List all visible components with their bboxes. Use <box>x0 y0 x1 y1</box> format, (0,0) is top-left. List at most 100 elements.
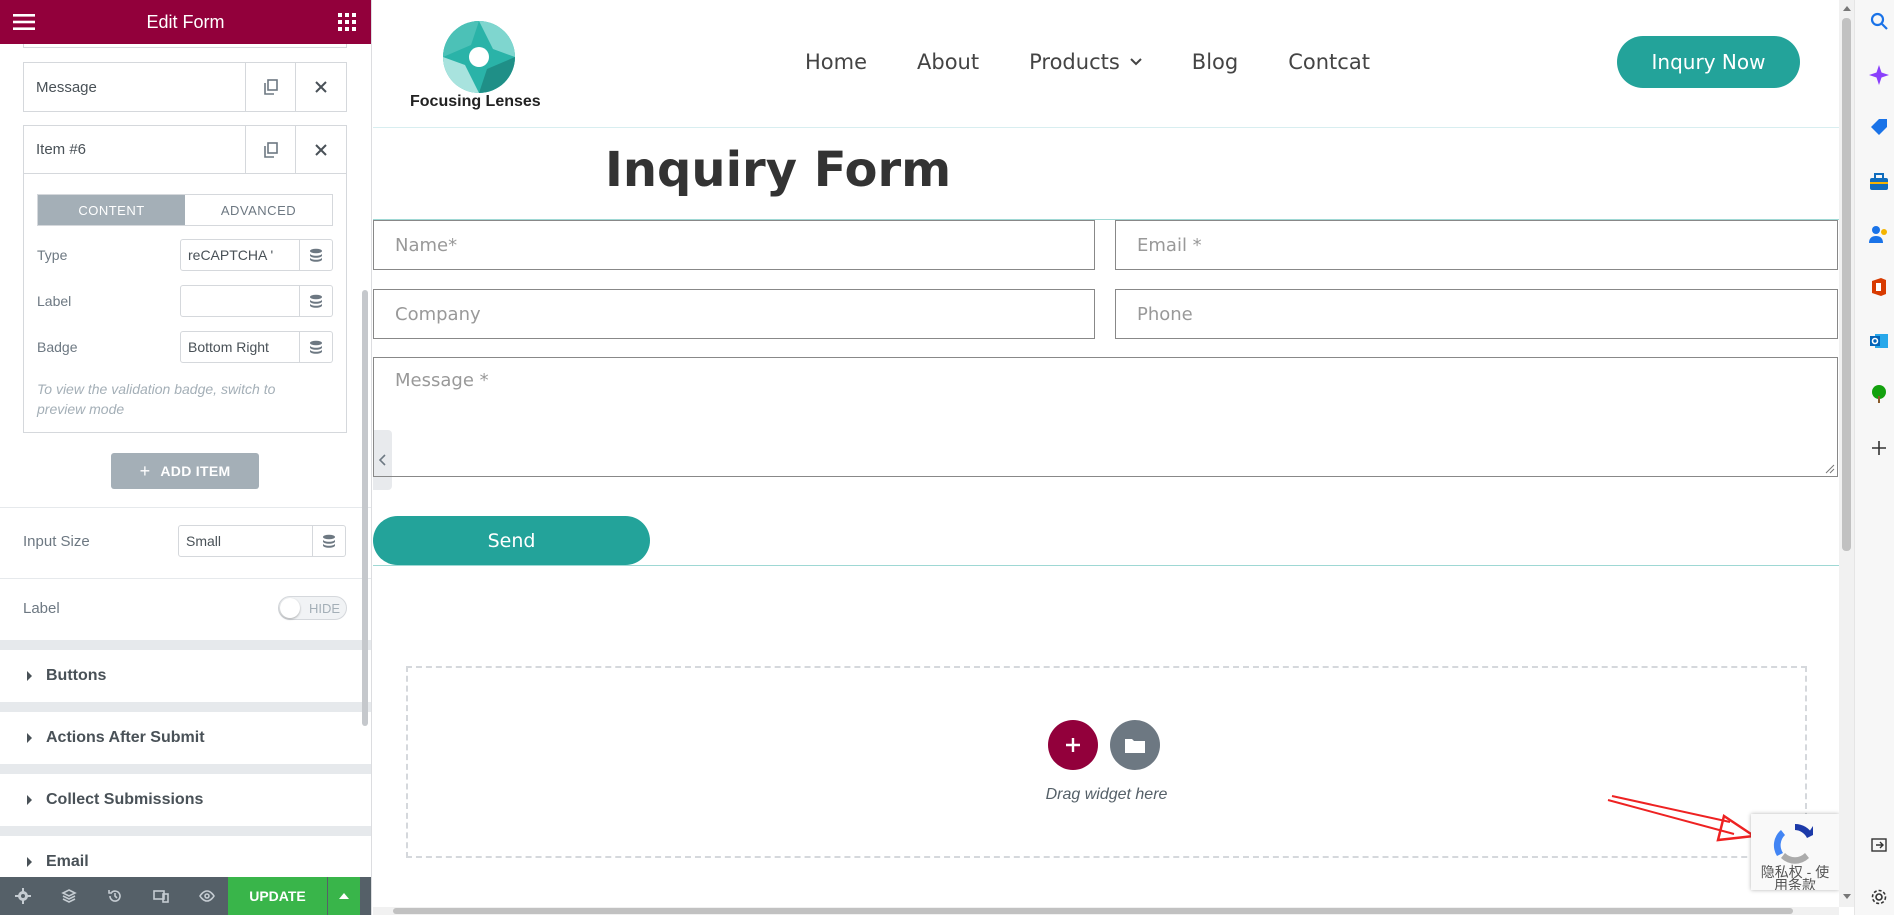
update-button[interactable]: UPDATE <box>228 877 327 915</box>
sidebar-collapse-icon[interactable] <box>1867 833 1891 857</box>
preview-vertical-scrollbar[interactable] <box>1839 0 1854 907</box>
preview-horizontal-scrollbar[interactable] <box>373 907 1839 915</box>
add-section-plus-icon[interactable] <box>1048 720 1098 770</box>
scroll-down-arrow-icon[interactable] <box>1842 890 1851 902</box>
label-label: Label <box>37 293 72 309</box>
message-textarea[interactable]: Message * <box>373 357 1838 477</box>
panel-scrollbar[interactable] <box>362 290 368 726</box>
caret-right-icon <box>27 733 32 743</box>
panel-footer: UPDATE <box>0 877 371 915</box>
badge-select[interactable]: Bottom Right <box>180 331 300 363</box>
repeater-item-6: Item #6 CONTENT ADVANCED Type reCAPTCHA … <box>23 125 347 433</box>
dynamic-tags-icon[interactable] <box>300 331 333 363</box>
tab-content[interactable]: CONTENT <box>38 195 185 225</box>
scroll-up-arrow-icon[interactable] <box>1842 2 1851 14</box>
responsive-mode-icon[interactable] <box>138 877 184 915</box>
company-input[interactable]: Company <box>373 289 1095 339</box>
dynamic-tags-icon[interactable] <box>300 239 333 271</box>
section-gap <box>0 826 371 836</box>
nav-about[interactable]: About <box>917 50 979 74</box>
label-toggle-switch[interactable]: HIDE <box>278 596 347 620</box>
tree-icon[interactable] <box>1867 382 1891 406</box>
close-icon[interactable] <box>296 63 346 111</box>
logo-text[interactable]: Focusing Lenses <box>410 93 541 111</box>
toolbox-icon[interactable] <box>1867 170 1891 194</box>
label-toggle-control: Label HIDE <box>23 591 347 625</box>
preview-canvas: Focusing Lenses Home About Products Blog… <box>373 0 1839 907</box>
section-title: Buttons <box>46 667 107 684</box>
add-item-label: ADD ITEM <box>160 463 231 479</box>
recaptcha-logo-icon <box>1773 823 1813 864</box>
input-size-label: Input Size <box>23 532 90 550</box>
people-icon[interactable] <box>1867 222 1891 246</box>
section-gap <box>0 764 371 774</box>
badge-control: Badge Bottom Right <box>37 330 333 364</box>
phone-input[interactable]: Phone <box>1115 289 1838 339</box>
close-icon[interactable] <box>296 126 346 173</box>
navigator-layers-icon[interactable] <box>46 877 92 915</box>
office-icon[interactable] <box>1867 275 1891 299</box>
copilot-sparkle-icon[interactable] <box>1867 63 1891 87</box>
panel-title: Edit Form <box>146 11 225 32</box>
form-title: Inquiry Form <box>605 142 952 198</box>
label-input[interactable] <box>180 285 300 317</box>
label-toggle-label: Label <box>23 599 60 617</box>
divider <box>0 507 371 508</box>
repeater-item-title[interactable]: Item #6 <box>24 126 246 173</box>
nav-home[interactable]: Home <box>805 50 867 74</box>
input-size-control: Input Size Small <box>23 524 347 558</box>
switch-state: HIDE <box>308 600 340 616</box>
add-plus-icon[interactable] <box>1867 436 1891 460</box>
duplicate-icon[interactable] <box>246 63 296 111</box>
template-library-folder-icon[interactable] <box>1110 720 1160 770</box>
menu-icon[interactable] <box>12 10 36 34</box>
caret-right-icon <box>27 795 32 805</box>
panel-header: Edit Form <box>0 0 371 44</box>
section-buttons[interactable]: Buttons <box>0 650 371 702</box>
outlook-icon[interactable] <box>1867 329 1891 353</box>
input-size-select[interactable]: Small <box>178 525 313 557</box>
tag-icon[interactable] <box>1867 115 1891 139</box>
recaptcha-terms-text[interactable]: 隐私权 - 使 用条款 <box>1755 865 1835 890</box>
email-input[interactable]: Email * <box>1115 220 1838 270</box>
recaptcha-badge[interactable]: 隐私权 - 使 用条款 <box>1751 814 1839 890</box>
section-title: Email <box>46 853 89 870</box>
send-button[interactable]: Send <box>373 516 650 565</box>
caret-right-icon <box>27 671 32 681</box>
nav-blog[interactable]: Blog <box>1192 50 1238 74</box>
tab-advanced[interactable]: ADVANCED <box>185 195 332 225</box>
chevron-down-icon <box>1130 58 1142 66</box>
dynamic-tags-icon[interactable] <box>313 525 346 557</box>
section-actions-after-submit[interactable]: Actions After Submit <box>0 712 371 764</box>
duplicate-icon[interactable] <box>246 126 296 173</box>
preview-eye-icon[interactable] <box>184 877 230 915</box>
history-icon[interactable] <box>92 877 138 915</box>
browser-sidebar <box>1854 0 1894 915</box>
section-collect-submissions[interactable]: Collect Submissions <box>0 774 371 826</box>
scrollbar-thumb[interactable] <box>1842 18 1851 551</box>
message-placeholder: Message * <box>395 370 489 391</box>
site-header: Focusing Lenses Home About Products Blog… <box>373 0 1839 128</box>
widgets-grid-icon[interactable] <box>335 10 359 34</box>
dynamic-tags-icon[interactable] <box>300 285 333 317</box>
label-control: Label <box>37 284 333 318</box>
name-input[interactable]: Name* <box>373 220 1095 270</box>
update-options-caret-icon[interactable] <box>328 877 360 915</box>
settings-gear-icon[interactable] <box>1867 885 1891 909</box>
search-icon[interactable] <box>1867 9 1891 33</box>
repeater-item-title[interactable]: Message <box>24 63 246 111</box>
type-select[interactable]: reCAPTCHA ' <box>180 239 300 271</box>
scrollbar-thumb[interactable] <box>393 908 1793 914</box>
nav-products[interactable]: Products <box>1029 50 1142 74</box>
add-item-button[interactable]: + ADD ITEM <box>111 453 259 489</box>
section-gap <box>0 702 371 712</box>
repeater-item-message[interactable]: Message <box>23 62 347 112</box>
resize-handle-icon[interactable] <box>1825 464 1835 474</box>
nav-contact[interactable]: Contcat <box>1288 50 1370 74</box>
section-title: Actions After Submit <box>46 729 205 746</box>
editor-panel: Edit Form Message Item #6 CONTENT ADVANC… <box>0 0 372 915</box>
caret-right-icon <box>27 857 32 867</box>
drop-zone[interactable]: Drag widget here <box>406 666 1807 858</box>
inquiry-now-button[interactable]: Inqury Now <box>1617 36 1800 88</box>
settings-gear-icon[interactable] <box>0 877 46 915</box>
